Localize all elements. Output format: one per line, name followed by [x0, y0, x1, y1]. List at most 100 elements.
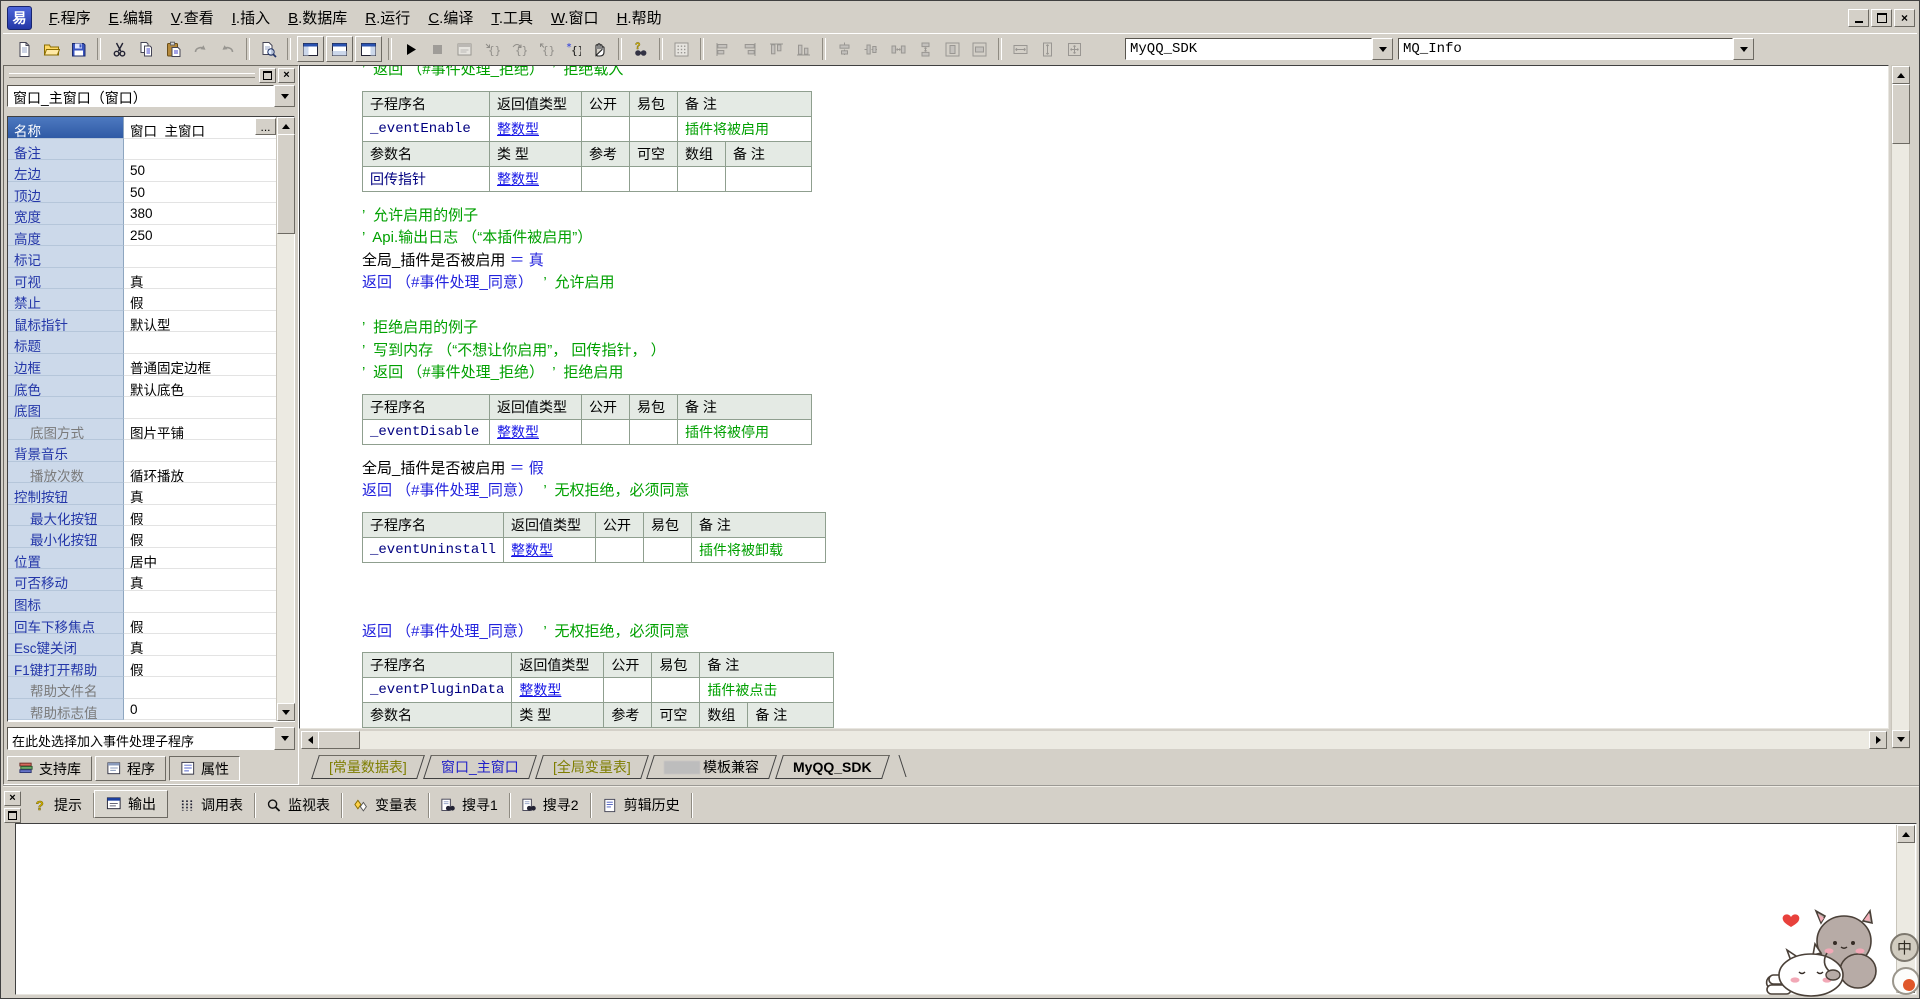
scrollbar-thumb[interactable]: [277, 134, 295, 234]
run-button[interactable]: [398, 37, 423, 61]
property-value[interactable]: 居中: [124, 548, 277, 570]
bottom-tab-output[interactable]: 输出: [94, 790, 168, 818]
scroll-down-icon[interactable]: [277, 703, 295, 721]
property-row[interactable]: 顶边50: [8, 182, 277, 204]
component-selector[interactable]: 窗口_主窗口（窗口）: [7, 85, 295, 107]
property-row[interactable]: 边框普通固定边框: [8, 354, 277, 376]
chevron-down-icon[interactable]: [1372, 38, 1393, 60]
copy-button[interactable]: [134, 37, 159, 61]
pause-button[interactable]: [587, 37, 612, 61]
property-value[interactable]: 380: [124, 203, 277, 225]
property-row[interactable]: 可否移动真: [8, 569, 277, 591]
property-value[interactable]: 真: [124, 569, 277, 591]
property-row[interactable]: 左边50: [8, 160, 277, 182]
sheet-tab-4[interactable]: MyQQ_SDK: [775, 755, 889, 779]
property-row[interactable]: 帮助标志值0: [8, 699, 277, 721]
sheet-tab-1[interactable]: 窗口_主窗口: [423, 755, 537, 779]
bottom-tab-call-table[interactable]: 调用表: [168, 793, 255, 818]
sub-name[interactable]: _eventEnable: [363, 116, 490, 141]
property-row[interactable]: 帮助文件名: [8, 677, 277, 699]
property-value[interactable]: [124, 139, 277, 161]
output-console[interactable]: [15, 823, 1917, 995]
property-row[interactable]: 名称窗口_主窗口...: [8, 117, 277, 139]
bottom-tab-search-2[interactable]: 搜寻2: [510, 793, 591, 818]
editor-horizontal-scrollbar[interactable]: [301, 731, 1887, 749]
close-panel-button[interactable]: ×: [4, 791, 21, 806]
property-value[interactable]: 50: [124, 182, 277, 204]
minimize-button[interactable]: [1848, 9, 1869, 27]
scroll-down-icon[interactable]: [1892, 730, 1910, 748]
property-value[interactable]: 普通固定边框: [124, 354, 277, 376]
bottom-tab-hint[interactable]: ?提示: [21, 793, 94, 818]
restore-button[interactable]: [1871, 9, 1892, 27]
property-row[interactable]: 底图方式图片平铺: [8, 419, 277, 441]
property-value[interactable]: [124, 397, 277, 419]
module-combobox-value[interactable]: MQ_Info: [1398, 38, 1733, 60]
chevron-down-icon[interactable]: [274, 85, 295, 107]
param-name[interactable]: 回传指针: [363, 166, 490, 191]
sub-name[interactable]: _eventPluginData: [363, 678, 512, 703]
property-row[interactable]: 回车下移焦点假: [8, 613, 277, 635]
property-row[interactable]: 控制按钮真: [8, 483, 277, 505]
sub-name[interactable]: _eventDisable: [363, 419, 490, 444]
type-link[interactable]: 整数型: [511, 542, 553, 558]
property-row[interactable]: 标题: [8, 332, 277, 354]
save-file-button[interactable]: [66, 37, 91, 61]
property-row[interactable]: 背景音乐: [8, 440, 277, 462]
panel-tab-2[interactable]: 属性: [169, 756, 240, 781]
menu-item-V[interactable]: V.查看: [162, 3, 223, 32]
bottom-tab-variable-table[interactable]: 变量表: [342, 793, 429, 818]
bottom-tab-watch-table[interactable]: 监视表: [255, 793, 342, 818]
menu-item-E[interactable]: E.编辑: [100, 3, 162, 32]
module-combobox[interactable]: MQ_Info: [1398, 38, 1754, 60]
scroll-up-icon[interactable]: [1897, 825, 1915, 843]
property-row[interactable]: 底图: [8, 397, 277, 419]
property-value[interactable]: 真: [124, 634, 277, 656]
property-row[interactable]: 备注: [8, 139, 277, 161]
bottom-tab-search-1[interactable]: 搜寻1: [429, 793, 510, 818]
property-row[interactable]: 高度250: [8, 225, 277, 247]
scroll-left-icon[interactable]: [301, 731, 319, 749]
property-value[interactable]: 假: [124, 613, 277, 635]
property-row[interactable]: 最大化按钮假: [8, 505, 277, 527]
sheet-tab-3[interactable]: 模板兼容: [646, 755, 777, 779]
editor-vertical-scrollbar[interactable]: [1891, 65, 1910, 749]
open-file-button[interactable]: [39, 37, 64, 61]
menu-item-B[interactable]: B.数据库: [279, 3, 356, 32]
property-value[interactable]: 窗口_主窗口...: [124, 117, 277, 139]
property-value[interactable]: 循环播放: [124, 462, 277, 484]
property-row[interactable]: 最小化按钮假: [8, 526, 277, 548]
bottom-tab-clip-history[interactable]: 剪辑历史: [591, 793, 692, 818]
property-value[interactable]: [124, 332, 277, 354]
drag-grip[interactable]: [9, 73, 255, 78]
source-file-combobox[interactable]: MyQQ_SDK: [1125, 38, 1393, 60]
type-link[interactable]: 整数型: [497, 171, 539, 187]
cut-button[interactable]: [107, 37, 132, 61]
layout-bottom-button[interactable]: [326, 36, 353, 62]
panel-tab-1[interactable]: 程序: [95, 756, 166, 781]
property-row[interactable]: 鼠标指针默认型: [8, 311, 277, 333]
chevron-down-icon[interactable]: [274, 727, 295, 750]
close-button[interactable]: ×: [1894, 9, 1915, 27]
type-link[interactable]: 整数型: [519, 682, 561, 698]
property-row[interactable]: Esc键关闭真: [8, 634, 277, 656]
menu-item-F[interactable]: F.程序: [40, 3, 100, 32]
property-value[interactable]: 图片平铺: [124, 419, 277, 441]
menu-item-T[interactable]: T.工具: [482, 3, 542, 32]
property-grid-scrollbar[interactable]: [276, 117, 294, 721]
param-name[interactable]: subType: [363, 728, 512, 730]
menu-item-H[interactable]: H.帮助: [608, 3, 671, 32]
property-value[interactable]: 默认型: [124, 311, 277, 333]
property-row[interactable]: 宽度380: [8, 203, 277, 225]
ime-toolbar-button[interactable]: [1892, 967, 1920, 995]
property-value[interactable]: 50: [124, 160, 277, 182]
property-value[interactable]: 假: [124, 526, 277, 548]
property-value[interactable]: 默认底色: [124, 376, 277, 398]
panel-tab-0[interactable]: 支持库: [7, 756, 92, 781]
property-row[interactable]: 位置居中: [8, 548, 277, 570]
sheet-tab-2[interactable]: [全局变量表]: [535, 755, 649, 779]
ellipsis-button[interactable]: ...: [255, 118, 276, 135]
property-value[interactable]: 真: [124, 268, 277, 290]
event-handler-selector[interactable]: 在此处选择加入事件处理子程序: [7, 727, 295, 750]
code-view[interactable]: ’ 返回 （#事件处理_拒绝） ’ 拒绝载入子程序名返回值类型公开易包备 注_e…: [299, 65, 1889, 729]
